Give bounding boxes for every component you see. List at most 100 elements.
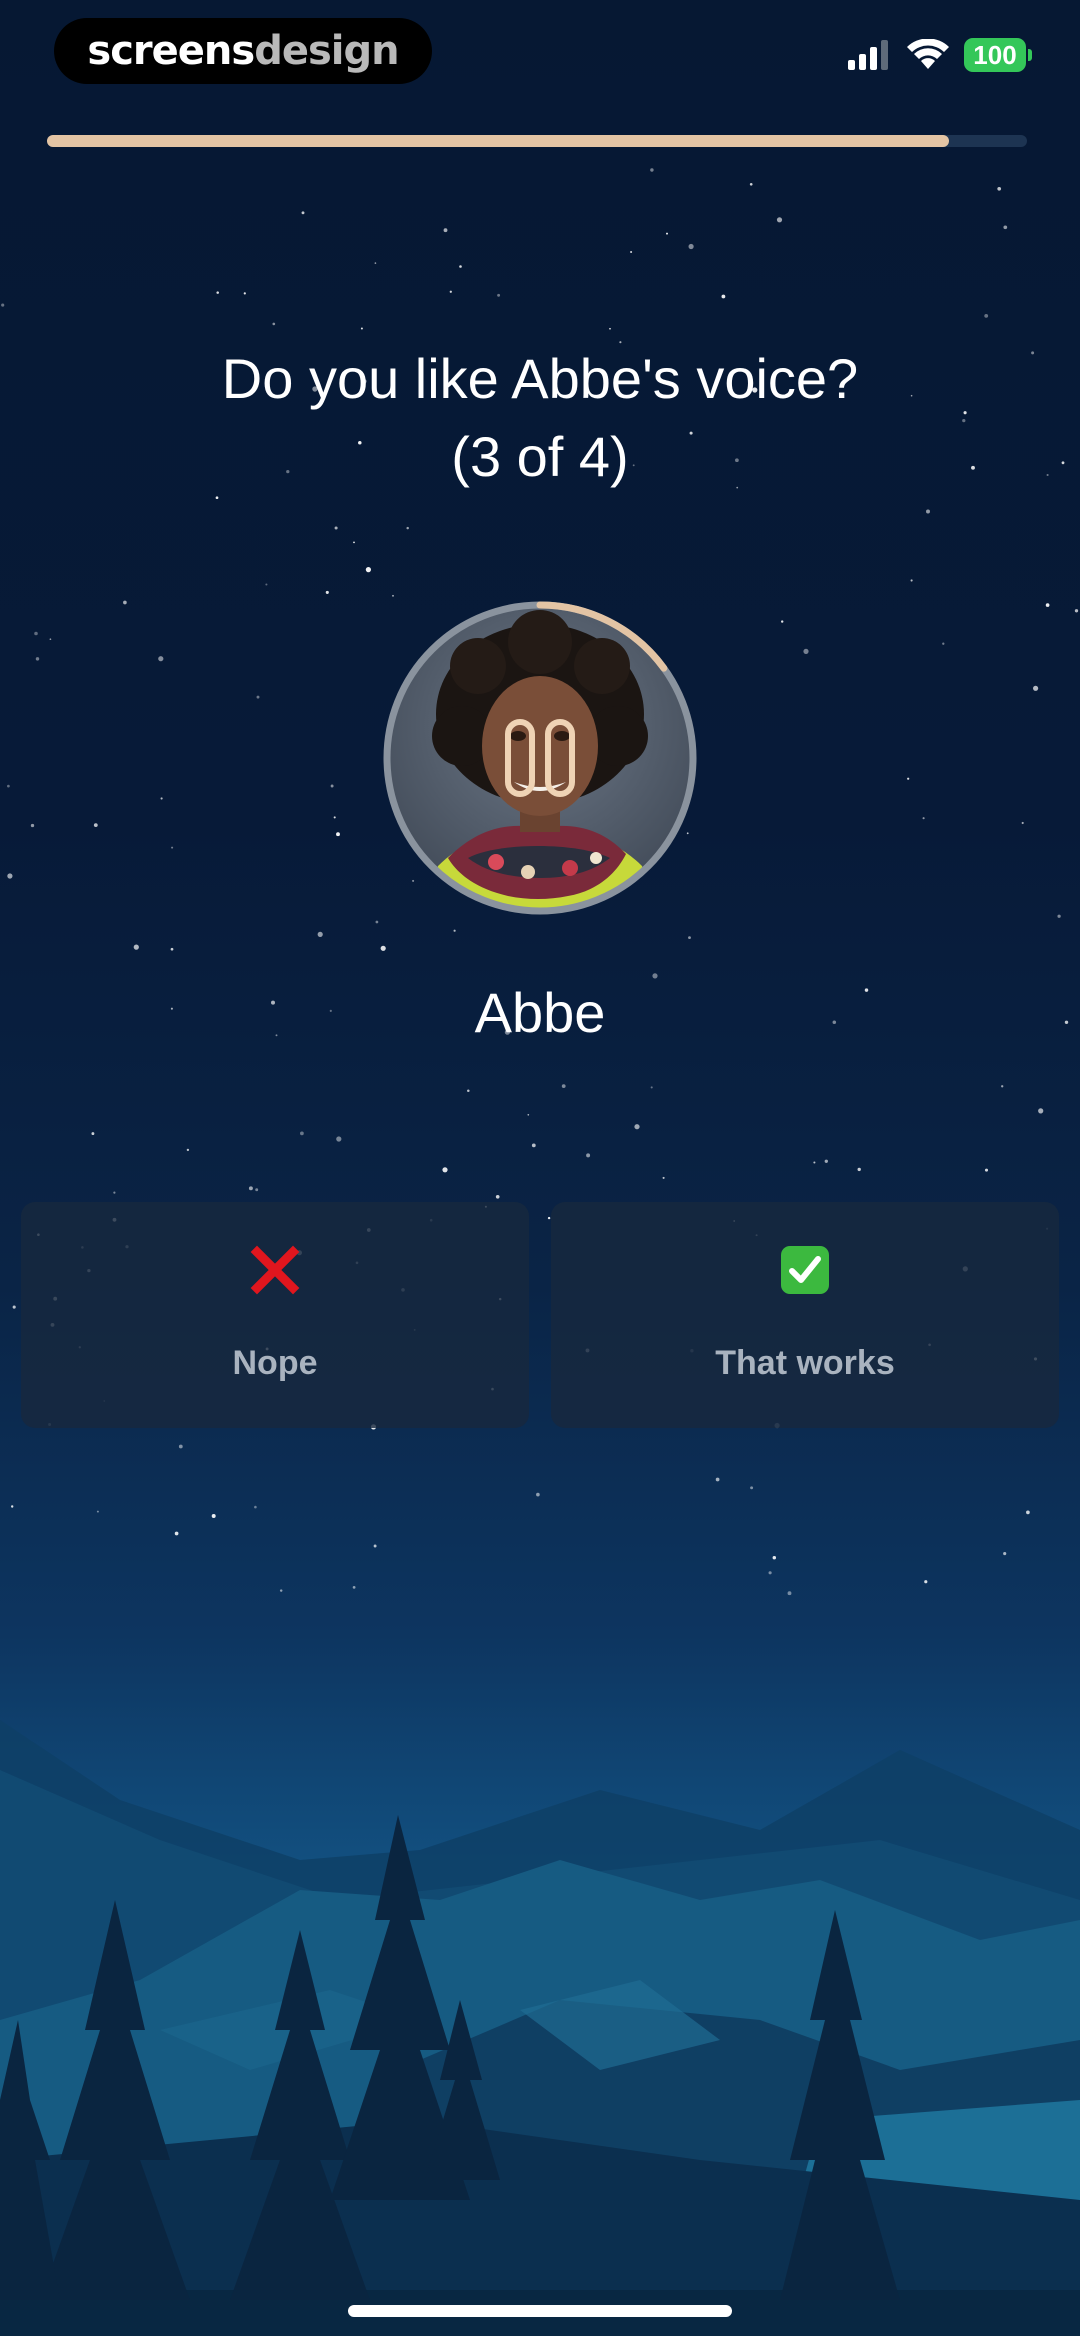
star	[561, 1084, 566, 1088]
star	[333, 816, 336, 819]
cellular-signal-icon	[848, 40, 888, 70]
star	[443, 228, 448, 233]
that-works-button-label: That works	[715, 1344, 895, 1382]
star	[586, 1153, 591, 1158]
star	[325, 590, 329, 594]
star	[96, 1510, 99, 1513]
star	[1038, 1108, 1044, 1114]
star	[942, 642, 945, 645]
star	[495, 1194, 500, 1199]
star	[772, 1555, 777, 1560]
star	[787, 1591, 792, 1596]
star	[984, 313, 989, 318]
star	[373, 1544, 377, 1548]
star	[1001, 1085, 1004, 1088]
star	[453, 929, 456, 932]
star	[634, 1124, 640, 1130]
star	[12, 1305, 16, 1309]
star	[186, 1148, 190, 1152]
star	[536, 1492, 540, 1497]
status-indicators: 100	[848, 38, 1032, 72]
star	[133, 944, 139, 950]
question-counter: (3 of 4)	[451, 425, 629, 488]
brand-text-primary: screens	[87, 28, 255, 74]
onboarding-screen: screens design 100 Do you like Abbe's voi…	[0, 0, 1080, 2336]
star	[336, 832, 340, 837]
star	[721, 294, 726, 299]
nope-button-label: Nope	[232, 1344, 318, 1382]
star	[301, 211, 305, 215]
star	[374, 262, 377, 264]
star	[781, 620, 784, 623]
nope-button[interactable]: Nope	[21, 1202, 529, 1428]
star	[380, 945, 386, 951]
star	[30, 823, 35, 828]
star	[749, 182, 753, 186]
star	[215, 496, 219, 500]
star	[243, 292, 246, 295]
star	[336, 1136, 342, 1142]
pause-icon[interactable]	[498, 716, 582, 800]
star	[272, 322, 276, 326]
voice-preview-player[interactable]	[378, 596, 702, 920]
star	[997, 186, 1002, 191]
star	[353, 541, 355, 544]
star	[352, 1586, 356, 1589]
star	[365, 567, 371, 573]
star	[467, 1089, 470, 1093]
star	[922, 817, 925, 820]
check-box-icon	[781, 1246, 829, 1294]
star	[254, 1505, 257, 1509]
onboarding-progress-bar	[47, 135, 1027, 147]
star	[170, 947, 174, 951]
star	[650, 168, 654, 172]
star	[984, 1168, 989, 1172]
star	[248, 1186, 253, 1191]
star	[406, 526, 409, 530]
star	[803, 648, 809, 655]
star	[49, 638, 52, 641]
star	[211, 1514, 216, 1518]
star	[1045, 603, 1050, 607]
star	[158, 656, 164, 662]
star	[330, 784, 334, 788]
star	[527, 1113, 530, 1116]
star	[160, 797, 163, 800]
star	[1003, 1552, 1007, 1556]
onboarding-progress-fill	[47, 135, 949, 147]
star	[178, 1444, 183, 1449]
star	[34, 631, 38, 636]
star	[1057, 914, 1061, 918]
brand-watermark: screens design	[54, 18, 432, 84]
star	[531, 1143, 536, 1148]
star	[630, 250, 633, 254]
star	[93, 823, 98, 827]
wifi-icon	[907, 39, 949, 69]
star	[1021, 821, 1024, 825]
star	[113, 1191, 116, 1194]
star	[11, 1505, 14, 1508]
star	[1046, 473, 1049, 477]
star	[857, 1167, 861, 1172]
star	[907, 777, 910, 780]
star	[35, 657, 40, 661]
star	[1, 303, 5, 307]
star	[652, 973, 658, 979]
star	[279, 1589, 283, 1592]
that-works-button[interactable]: That works	[551, 1202, 1059, 1428]
star	[662, 1176, 665, 1179]
star	[497, 293, 501, 297]
star	[1074, 609, 1079, 613]
star	[300, 1131, 304, 1136]
star	[750, 1486, 754, 1490]
question-title: Do you like Abbe's voice? (3 of 4)	[40, 340, 1040, 496]
star	[123, 600, 127, 605]
star	[256, 695, 260, 699]
star	[7, 873, 13, 879]
cross-mark-icon	[250, 1245, 300, 1295]
star	[926, 509, 930, 514]
question-text: Do you like Abbe's voice?	[221, 347, 859, 410]
star	[174, 1531, 179, 1536]
star	[91, 1132, 95, 1136]
star	[1033, 685, 1039, 691]
